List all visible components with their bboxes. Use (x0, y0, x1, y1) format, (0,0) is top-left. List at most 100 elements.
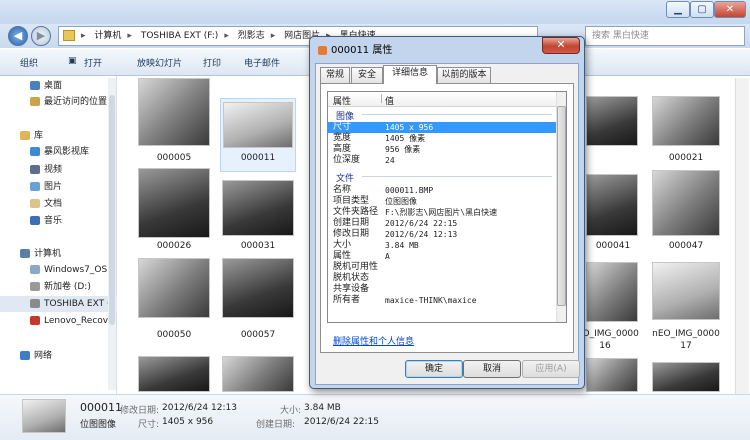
property-row[interactable]: 位深度 24 (328, 155, 556, 166)
thumbnail-000041[interactable] (586, 174, 638, 236)
breadcrumb-computer[interactable]: 计算机 (94, 31, 121, 41)
details-dimensions-value[interactable]: 1405 x 956 (162, 417, 213, 427)
property-key: 创建日期 (333, 218, 370, 228)
group-divider (362, 176, 552, 177)
nav-scrollbar-thumb[interactable] (109, 95, 115, 325)
thumbnail-row4-1[interactable] (138, 356, 210, 392)
nav-item-recent[interactable]: 最近访问的位置 (0, 94, 117, 110)
maximize-button[interactable]: ▢ (690, 1, 714, 18)
nav-item-recovery[interactable]: Lenovo_Recove (0, 313, 117, 329)
dialog-close-button[interactable]: ✕ (542, 37, 580, 54)
nav-label: 最近访问的位置 (44, 97, 108, 107)
thumbnail-000031[interactable] (222, 180, 294, 236)
thumbnail-row4-3[interactable] (586, 358, 638, 392)
computer-icon (20, 249, 30, 258)
thumbnail-000026[interactable] (138, 168, 210, 238)
group-divider (362, 114, 552, 115)
column-header-property[interactable]: 属性 (333, 94, 351, 107)
nav-item-documents[interactable]: 文档 (0, 196, 117, 212)
thumbnail-000047[interactable] (652, 170, 720, 236)
thumbnail-row4-4[interactable] (652, 362, 720, 392)
nav-item-storm-library[interactable]: 暴风影视库 (0, 144, 117, 160)
property-row[interactable]: 文件夹路径 F:\烈影志\网店图片\黑白快速 (328, 207, 556, 218)
breadcrumb-drive[interactable]: TOSHIBA EXT (F:) (141, 31, 219, 41)
details-size-value[interactable]: 3.84 MB (304, 403, 341, 413)
property-row[interactable]: 脱机状态 (328, 273, 556, 284)
remove-properties-link[interactable]: 删除属性和个人信息 (333, 334, 414, 347)
property-row[interactable]: 宽度 1405 像素 (328, 133, 556, 144)
thumbnail-neo-16[interactable] (586, 262, 638, 322)
dialog-body: 常规 安全 详细信息 以前的版本 属性 | 值 图像 尺寸 1405 x 956… (315, 63, 580, 385)
thumbnail-label: 000031 (240, 241, 276, 251)
thumbnail-partial[interactable] (586, 96, 638, 146)
property-value: 2012/6/24 22:15 (385, 219, 458, 228)
property-row[interactable]: 共享设备 (328, 284, 556, 295)
close-button[interactable]: ✕ (714, 1, 746, 18)
property-key: 位深度 (333, 155, 361, 165)
property-key: 尺寸 (333, 122, 352, 132)
video-icon (30, 165, 40, 174)
thumbnail-row4-2[interactable] (222, 356, 294, 392)
nav-item-music[interactable]: 音乐 (0, 213, 117, 229)
property-key: 脱机状态 (333, 273, 370, 283)
documents-icon (30, 199, 40, 208)
nav-item-pictures[interactable]: 图片 (0, 179, 117, 195)
property-row[interactable]: 所有者 maxice-THINK\maxice (328, 295, 556, 306)
property-row[interactable]: 名称 000011.BMP (328, 185, 556, 196)
back-button[interactable]: ◀ (8, 26, 28, 46)
nav-item-drive-d[interactable]: 新加卷 (D:) (0, 279, 117, 295)
thumbnail-000050[interactable] (138, 258, 210, 318)
thumbnail-label: 000011 (240, 153, 276, 163)
open-icon: ▣ (68, 56, 77, 66)
details-modified-value[interactable]: 2012/6/24 12:13 (162, 403, 237, 413)
nav-item-drive-c[interactable]: Windows7_OS ( (0, 262, 117, 278)
forward-button[interactable]: ▶ (31, 26, 51, 46)
tab-previous-versions[interactable]: 以前的版本 (437, 67, 491, 83)
property-list-scrollbar-thumb[interactable] (557, 106, 566, 306)
organize-button[interactable]: 组织 (20, 56, 38, 69)
thumbnail-000011[interactable] (223, 102, 293, 148)
nav-item-videos[interactable]: 视频 (0, 162, 117, 178)
property-row[interactable]: 脱机可用性 (328, 262, 556, 273)
breadcrumb-folder-1[interactable]: 烈影志 (238, 31, 265, 41)
nav-label: TOSHIBA EXT (F (44, 299, 116, 309)
nav-item-libraries[interactable]: 库 (0, 128, 117, 144)
property-row[interactable]: 创建日期 2012/6/24 22:15 (328, 218, 556, 229)
property-row[interactable]: 属性 A (328, 251, 556, 262)
content-scrollbar[interactable] (735, 78, 749, 394)
nav-label: 视频 (44, 165, 63, 175)
property-row[interactable]: 高度 956 像素 (328, 144, 556, 155)
apply-button[interactable]: 应用(A) (522, 360, 580, 378)
tab-details[interactable]: 详细信息 (383, 65, 437, 84)
thumbnail-000005[interactable] (138, 78, 210, 146)
nav-item-desktop[interactable]: 桌面 (0, 78, 117, 94)
dialog-titlebar[interactable]: 000011 属性 (318, 41, 392, 56)
details-file-type: 位图图像 (80, 420, 117, 430)
cancel-button[interactable]: 取消 (463, 360, 521, 378)
slideshow-button[interactable]: 放映幻灯片 (137, 56, 182, 69)
search-input[interactable]: 搜索 黑白快速 (585, 26, 745, 46)
column-header-value[interactable]: 值 (385, 94, 394, 107)
property-row[interactable]: 大小 3.84 MB (328, 240, 556, 251)
property-value: maxice-THINK\maxice (385, 296, 477, 305)
print-button[interactable]: 打印 (203, 56, 221, 69)
details-created-value[interactable]: 2012/6/24 22:15 (304, 417, 379, 427)
email-button[interactable]: 电子邮件 (244, 56, 280, 69)
nav-item-network[interactable]: 网络 (0, 348, 117, 364)
nav-item-computer[interactable]: 计算机 (0, 246, 117, 262)
property-row-dimensions[interactable]: 尺寸 1405 x 956 (328, 122, 556, 133)
tab-general[interactable]: 常规 (320, 67, 350, 83)
tab-security[interactable]: 安全 (351, 67, 383, 83)
thumbnail-000021[interactable] (652, 96, 720, 146)
nav-item-drive-f[interactable]: TOSHIBA EXT (F (0, 296, 117, 312)
ok-button[interactable]: 确定 (405, 360, 463, 378)
minimize-button[interactable]: ▁ (666, 1, 690, 18)
thumbnail-000057[interactable] (222, 258, 294, 318)
pictures-icon (30, 182, 40, 191)
property-row[interactable]: 修改日期 2012/6/24 12:13 (328, 229, 556, 240)
thumbnail-neo-17[interactable] (652, 262, 720, 320)
property-list[interactable]: 属性 | 值 图像 尺寸 1405 x 956 宽度 1405 像素 高度 95… (327, 91, 567, 323)
open-button[interactable]: 打开 (84, 56, 102, 69)
property-row[interactable]: 项目类型 位图图像 (328, 196, 556, 207)
nav-label: 桌面 (44, 81, 63, 91)
